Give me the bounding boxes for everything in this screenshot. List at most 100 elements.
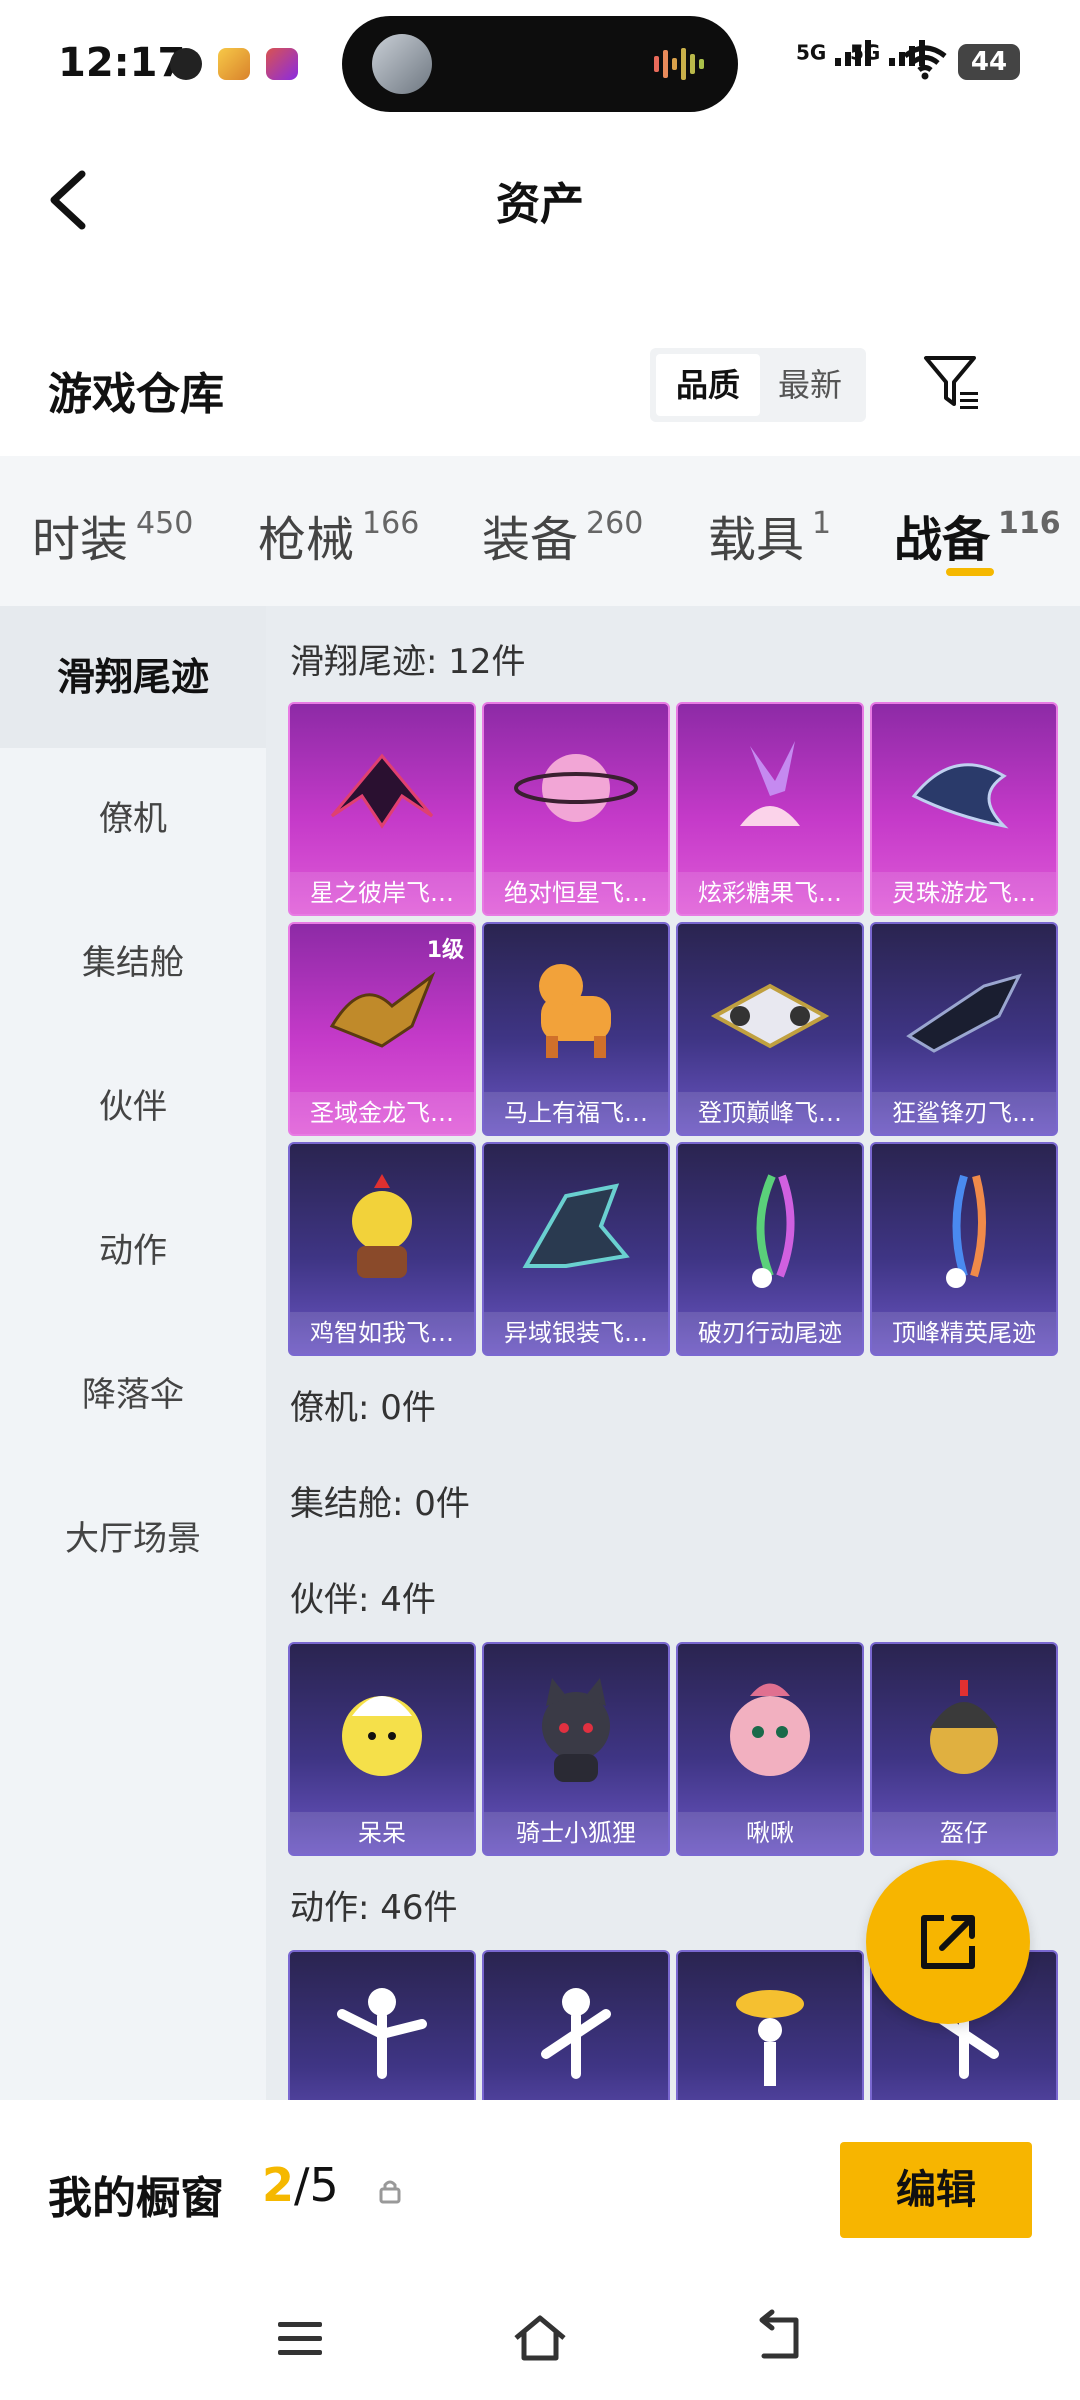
tab-count: 260 [586,506,644,541]
item-name: 啾啾 [678,1812,862,1854]
status-bar: 12:17 5G 5G 44 [0,0,1080,120]
item-card[interactable]: 鸡智如我飞… [288,1142,476,1356]
chick-partner-icon [342,1696,422,1776]
helmet-chick-icon [930,1680,998,1774]
item-card[interactable]: 狂鲨锋刃飞… [870,922,1058,1136]
item-name: 登顶巅峰飞… [678,1092,862,1134]
item-name: 绝对恒星飞… [484,872,668,914]
sidebar-item-rally-pod[interactable]: 集结舱 [0,892,266,1034]
section-header-partner: 伙伴: 4件 [290,1580,436,1620]
showcase-bar: 我的橱窗 2/5 编辑 [0,2100,1080,2280]
sidebar-item-lobby-scene[interactable]: 大厅场景 [0,1468,266,1610]
candy-glider-icon [740,741,800,826]
section-header-glide-trail: 滑翔尾迹: 12件 [290,642,526,682]
silver-glider-icon [522,1183,630,1268]
planet-glider-icon [514,754,638,822]
item-card[interactable]: 啾啾 [676,1642,864,1856]
tab-count: 116 [998,506,1061,541]
dance-emote-icon [337,1988,427,2079]
tab-count: 1 [812,506,832,541]
subcategory-sidebar: 滑翔尾迹 僚机 集结舱 伙伴 动作 降落伞 大厅场景 [0,606,266,2100]
item-card[interactable]: 登顶巅峰飞… [676,922,864,1136]
back-nav-icon[interactable] [750,2308,810,2368]
sidebar-item-partner[interactable]: 伙伴 [0,1036,266,1178]
tab-count: 450 [136,506,194,541]
item-name: 圣域金龙飞… [290,1092,474,1134]
fox-partner-icon [542,1678,610,1782]
item-card[interactable]: 异域银装飞… [482,1142,670,1356]
item-card[interactable]: 骑士小狐狸 [482,1642,670,1856]
dance-emote-icon [541,1988,611,2079]
item-card[interactable]: 绝对恒星飞… [482,702,670,916]
item-name: 灵珠游龙飞… [872,872,1056,914]
active-tab-indicator [946,568,994,576]
sidebar-item-emote[interactable]: 动作 [0,1180,266,1322]
item-name: 盔仔 [872,1812,1056,1854]
home-icon[interactable] [510,2308,570,2368]
signal-label-2: 5G [850,40,881,65]
app-notification-icon [170,48,202,80]
menu-icon[interactable] [270,2308,330,2368]
signal-label: 5G [796,40,827,65]
item-card[interactable]: 呆呆 [288,1642,476,1856]
item-card[interactable]: 马上有福飞… [482,922,670,1136]
showcase-current: 2 [262,2158,295,2212]
item-card[interactable]: 炫彩糖果飞… [676,702,864,916]
golden-dragon-icon [329,971,436,1048]
dynamic-island[interactable] [342,16,738,112]
item-name: 呆呆 [290,1812,474,1854]
smoke-trail-icon [752,1174,795,1288]
tab-label: 枪械 [258,512,355,568]
smoke-trail-icon [946,1174,987,1288]
sidebar-item-glide-trail[interactable]: 滑翔尾迹 [0,606,266,748]
tab-vehicles[interactable]: 载具 1 [708,500,831,570]
showcase-count: 2/5 [262,2158,339,2212]
sidebar-item-parachute[interactable]: 降落伞 [0,1324,266,1466]
tab-label: 战备 [894,512,991,568]
dragon-glider-icon [911,763,1009,829]
sort-newest-option[interactable]: 最新 [758,354,862,416]
status-time: 12:17 [58,40,186,86]
item-card[interactable]: 顶峰精英尾迹 [870,1142,1058,1356]
item-card[interactable]: 1级 圣域金龙飞… [288,922,476,1136]
item-name: 狂鲨锋刃飞… [872,1092,1056,1134]
item-name: 破刃行动尾迹 [678,1312,862,1354]
item-card[interactable]: 破刃行动尾迹 [676,1142,864,1356]
shark-glider-icon [906,973,1022,1053]
item-name: 炫彩糖果飞… [678,872,862,914]
item-card[interactable] [288,1950,476,2100]
share-button[interactable] [866,1860,1030,2024]
item-card[interactable] [482,1950,670,2100]
item-card[interactable] [676,1950,864,2100]
edit-button[interactable]: 编辑 [840,2142,1032,2238]
system-nav-bar [0,2280,1080,2400]
item-card[interactable]: 灵珠游龙飞… [870,702,1058,916]
tab-fashion[interactable]: 时装 450 [32,500,193,570]
game-notification-icon [218,48,250,80]
tab-label: 时装 [32,512,129,568]
section-header-wingman: 僚机: 0件 [290,1388,436,1428]
item-card[interactable]: 盔仔 [870,1642,1058,1856]
tab-equipment[interactable]: 装备 260 [482,500,643,570]
sort-quality-option[interactable]: 品质 [656,354,760,416]
item-name: 骑士小狐狸 [484,1812,668,1854]
warehouse-title: 游戏仓库 [48,369,224,420]
lock-icon [379,2180,401,2204]
category-tabs: 时装 450 枪械 166 装备 260 载具 1 战备 116 [0,456,1080,606]
section-header-rally-pod: 集结舱: 0件 [290,1484,470,1524]
item-card[interactable]: 星之彼岸飞… [288,702,476,916]
item-name: 马上有福飞… [484,1092,668,1134]
item-name: 鸡智如我飞… [290,1312,474,1354]
sidebar-item-wingman[interactable]: 僚机 [0,748,266,890]
tab-count: 166 [362,506,420,541]
share-icon [921,1915,975,1969]
tab-combat-gear[interactable]: 战备 116 [894,500,1061,570]
golden-emote-icon [736,1990,804,2086]
tab-guns[interactable]: 枪械 166 [258,500,419,570]
item-name: 星之彼岸飞… [290,872,474,914]
showcase-total: /5 [294,2158,339,2212]
filter-icon[interactable] [920,350,984,414]
bird-partner-icon [730,1683,810,1776]
tab-label: 载具 [708,512,805,568]
section-header-emote: 动作: 46件 [290,1888,458,1928]
